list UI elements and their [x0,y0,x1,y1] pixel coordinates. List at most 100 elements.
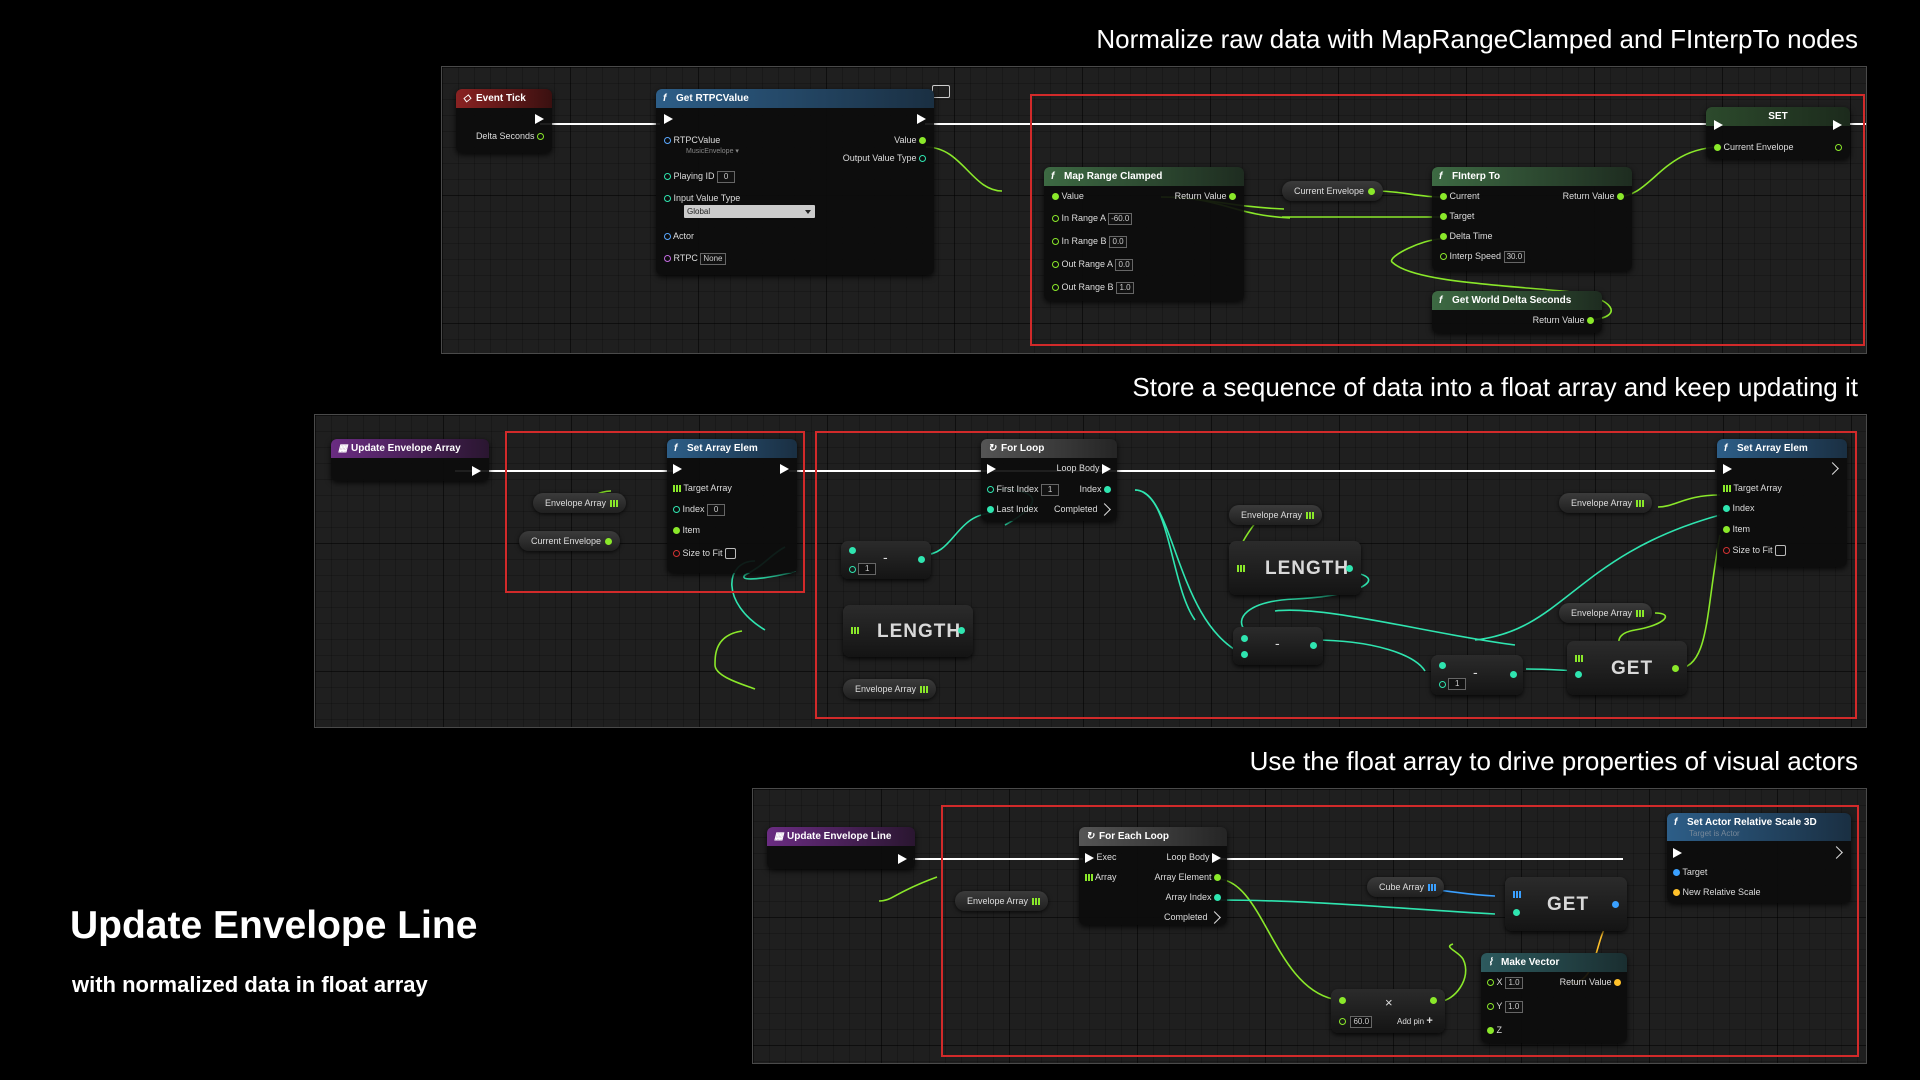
pin-size-to-fit[interactable]: Size to Fit [673,546,737,560]
pin-last-index[interactable]: Last Index [987,502,1038,516]
pin-exec-in[interactable] [1714,117,1723,131]
pin-completed[interactable]: Completed [1054,502,1111,516]
add-pin-button[interactable]: Add pin + [1397,1015,1433,1027]
pin-exec-in[interactable]: Exec [1085,850,1117,864]
pin-item[interactable] [1612,901,1619,908]
pin-target[interactable]: Target [1440,209,1474,223]
pin-value[interactable]: Value [894,133,926,147]
node-set-array-elem[interactable]: f Set Array Elem Target Array Index 0 Ite… [667,439,797,573]
node-set-current-envelope[interactable]: SET Current Envelope [1706,107,1850,159]
pin-out-range-b[interactable]: Out Range B 1.0 [1052,280,1135,294]
pin-array[interactable] [1575,655,1583,662]
pin-out-range-a[interactable]: Out Range A 0.0 [1052,257,1134,271]
out-range-b-field[interactable]: 1.0 [1116,281,1135,294]
pin-exec-out[interactable] [1833,117,1842,131]
pin-current-envelope[interactable]: Current Envelope [1714,140,1794,154]
node-subtract-int-3[interactable]: 1 - [1431,655,1523,695]
node-for-loop[interactable]: ↻ For Loop Loop Body First Index 1 Index … [981,439,1117,521]
pin-item[interactable] [1672,665,1679,672]
pin-actor[interactable]: Actor [664,229,694,243]
node-subtract-int[interactable]: 1 - [841,541,931,579]
envelope-array-getter-2[interactable]: Envelope Array [843,679,937,699]
pin-index[interactable] [1575,671,1582,678]
rtpc-field[interactable]: None [700,252,726,265]
pin-target[interactable]: Target [1673,865,1707,879]
node-multiply-float[interactable]: 60.0 × Add pin + [1331,989,1445,1033]
node-get-rtpc-value[interactable]: f Get RTPCValue RTPCValue MusicEnvelope ▾… [656,89,934,275]
pin-in-range-b[interactable]: In Range B 0.0 [1052,234,1128,248]
in-range-b-field[interactable]: 0.0 [1109,235,1128,248]
in-range-a-field[interactable]: -60.0 [1108,212,1133,225]
pin-b[interactable]: 1 [1439,678,1467,690]
node-get-world-delta-seconds[interactable]: f Get World Delta Seconds Return Value [1432,291,1602,333]
pin-exec-in[interactable] [664,111,673,125]
pin-exec-out[interactable] [780,461,789,475]
pin-size-to-fit[interactable]: Size to Fit [1723,543,1787,557]
cube-array-getter[interactable]: Cube Array [1367,877,1445,897]
envelope-array-getter[interactable]: Envelope Array [533,493,627,513]
envelope-array-getter[interactable]: Envelope Array [955,891,1049,911]
pin-array[interactable] [1237,565,1245,572]
pin-y[interactable]: Y 1.0 [1487,999,1523,1013]
pin-return-value[interactable]: Return Value [1533,313,1594,327]
pin-in-range-a[interactable]: In Range A -60.0 [1052,211,1133,225]
pin-return-value[interactable]: Return Value [1175,189,1236,203]
pin-playing-id[interactable]: Playing ID 0 [664,169,736,183]
blueprint-graph-store[interactable]: ▦ Update Envelope Array Envelope Array Cu… [314,414,1867,728]
rtpc-asset-dropdown[interactable]: MusicEnvelope ▾ [686,145,739,159]
input-value-type-dropdown[interactable]: Global [684,205,815,218]
pin-rtpc[interactable]: RTPC None [664,251,726,265]
pin-exec-out[interactable] [472,463,481,477]
node-set-array-elem-2[interactable]: f Set Array Elem Target Array Index Item … [1717,439,1847,567]
pin-a[interactable] [1339,997,1346,1004]
node-array-length[interactable]: LENGTH [843,605,973,657]
pin-completed[interactable]: Completed [1164,910,1221,924]
pin-loop-body[interactable]: Loop Body [1166,850,1221,864]
pin-index[interactable]: Index 0 [673,502,726,516]
pin-array-index[interactable]: Array Index [1165,890,1221,904]
pin-array[interactable]: Array [1085,870,1117,884]
pin-a[interactable] [849,547,856,554]
envelope-array-getter-5[interactable]: Envelope Array [1559,493,1653,513]
pin-exec-out[interactable] [535,111,544,125]
blueprint-graph-normalize[interactable]: ◇ Event Tick Delta Seconds f Get RTPCValue… [441,66,1867,354]
node-map-range-clamped[interactable]: f Map Range Clamped Value Return Value In… [1044,167,1244,301]
envelope-array-getter-3[interactable]: Envelope Array [1229,505,1323,525]
pin-return-value[interactable]: Return Value [1563,189,1624,203]
pin-exec-out[interactable] [1830,845,1843,859]
pin-b[interactable]: 1 [849,563,877,575]
node-update-envelope-line[interactable]: ▦ Update Envelope Line [767,827,915,869]
current-envelope-getter[interactable]: Current Envelope [519,531,621,551]
x-field[interactable]: 1.0 [1505,976,1524,989]
b-field[interactable]: 1 [1448,678,1467,690]
pin-array[interactable] [851,627,859,634]
pin-result[interactable] [918,556,925,563]
pin-exec-in[interactable] [1723,461,1732,475]
node-array-length-2[interactable]: LENGTH [1229,541,1361,595]
pin-interp-speed[interactable]: Interp Speed 30.0 [1440,249,1526,263]
node-event-tick[interactable]: ◇ Event Tick Delta Seconds [456,89,552,153]
size-to-fit-checkbox[interactable] [1775,545,1787,557]
b-field[interactable]: 1 [858,563,877,575]
pin-a[interactable] [1439,662,1446,669]
pin-current[interactable]: Current [1440,189,1480,203]
pin-result[interactable] [1430,997,1437,1004]
current-envelope-getter[interactable]: Current Envelope [1282,181,1384,201]
pin-index[interactable]: Index [1723,501,1755,515]
playing-id-field[interactable]: 0 [717,170,736,183]
pin-z[interactable]: Z [1487,1023,1502,1037]
first-index-field[interactable]: 1 [1041,483,1060,496]
y-field[interactable]: 1.0 [1504,1000,1523,1013]
pin-b[interactable] [1241,651,1248,658]
pin-first-index[interactable]: First Index 1 [987,482,1060,496]
pin-result[interactable] [1510,671,1517,678]
pin-exec-in[interactable] [987,461,996,475]
pin-length[interactable] [1346,565,1353,572]
interp-speed-field[interactable]: 30.0 [1503,250,1526,263]
pin-current-envelope-out[interactable] [1835,140,1842,154]
b-field[interactable]: 60.0 [1350,1015,1373,1028]
pin-item[interactable]: Item [1723,522,1750,536]
pin-result[interactable] [1310,642,1317,649]
pin-item[interactable]: Item [673,523,700,537]
pin-return-value[interactable]: Return Value [1560,975,1621,989]
